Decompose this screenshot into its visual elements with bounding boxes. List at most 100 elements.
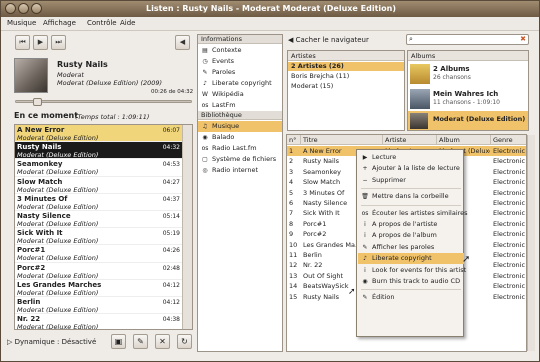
table-cell: Electronic bbox=[493, 230, 526, 239]
queue-item[interactable]: Les Grandes Marches Moderat (Deluxe Editi… bbox=[15, 280, 183, 297]
queue-item[interactable]: A New Error Moderat (Deluxe Edition) 06:07 bbox=[15, 125, 183, 143]
previous-button[interactable]: ⏮ bbox=[15, 35, 30, 50]
context-menu-item[interactable]: i A propos de l'artiste bbox=[358, 219, 464, 230]
queue-item[interactable]: Nasty Silence Moderat (Deluxe Edition) 05:… bbox=[15, 211, 183, 229]
clear-search-icon[interactable]: ✖ bbox=[520, 35, 526, 43]
context-menu-item[interactable]: ♪ Liberate copyright bbox=[358, 253, 464, 265]
save-queue-button[interactable]: ▣ bbox=[111, 334, 126, 349]
source-item[interactable]: ◷ Events bbox=[198, 56, 282, 67]
source-item[interactable]: ▢ Système de fichiers bbox=[198, 154, 282, 165]
source-item[interactable]: ◉ Balado bbox=[198, 132, 282, 143]
menu-controle[interactable]: Contrôle bbox=[87, 19, 117, 27]
album-title: 2 Albums bbox=[433, 65, 470, 73]
menu-musique[interactable]: Musique bbox=[7, 19, 36, 27]
context-menu-item[interactable]: ▶ Lecture bbox=[358, 152, 464, 163]
source-item[interactable]: ▤ Contexte bbox=[198, 45, 282, 56]
menu-affichage[interactable]: Affichage bbox=[43, 19, 76, 27]
title-bar[interactable]: Listen : Rusty Nails - Moderat Moderat (… bbox=[1, 1, 539, 17]
menu-item-label: Lecture bbox=[372, 153, 397, 161]
seek-slider[interactable] bbox=[15, 98, 192, 106]
shuffle-button[interactable]: ✕ bbox=[155, 334, 170, 349]
repeat-icon: ↻ bbox=[181, 337, 188, 346]
context-menu-item[interactable]: i Look for events for this artist bbox=[358, 265, 466, 276]
queue-item[interactable]: 3 Minutes Of Moderat (Deluxe Edition) 04:3… bbox=[15, 194, 183, 211]
source-item[interactable]: ✎ Paroles bbox=[198, 67, 282, 78]
album-row-all[interactable]: 2 Albums 26 chansons bbox=[408, 62, 528, 86]
column-header[interactable]: Album bbox=[437, 135, 491, 145]
search-input[interactable]: ⌕ ✖ bbox=[406, 34, 529, 45]
clear-queue-button[interactable]: ✎ bbox=[133, 334, 148, 349]
table-cell: 9 bbox=[289, 230, 294, 239]
context-menu-item[interactable]: ✎ Afficher les paroles bbox=[358, 242, 464, 253]
menu-aide[interactable]: Aide bbox=[120, 19, 135, 27]
album-row[interactable]: Mein Wahres Ich 11 chansons - 1:09:10 bbox=[408, 87, 528, 111]
queue-item-album: Moderat (Deluxe Edition) bbox=[17, 271, 99, 280]
queue-item[interactable]: Porc#2 Moderat (Deluxe Edition) 02:48 bbox=[15, 263, 183, 280]
queue-item[interactable]: Porc#1 Moderat (Deluxe Edition) 04:26 bbox=[15, 245, 183, 263]
column-header[interactable]: Titre bbox=[301, 135, 383, 145]
table-cell: 3 bbox=[289, 167, 294, 176]
hide-browser-toggle[interactable]: ◀ Cacher le navigateur bbox=[288, 36, 369, 44]
queue-item-duration: 06:07 bbox=[162, 127, 180, 134]
next-button[interactable]: ⏭ bbox=[51, 35, 66, 50]
maximize-icon[interactable] bbox=[31, 3, 42, 14]
close-icon[interactable] bbox=[5, 3, 16, 14]
menu-item-icon: + bbox=[362, 165, 368, 173]
context-menu-item[interactable]: + Ajouter à la liste de lecture bbox=[358, 163, 464, 174]
album-row-selected[interactable]: Moderat (Deluxe Edition) bbox=[408, 111, 528, 130]
table-cell: Electronic bbox=[493, 178, 526, 187]
context-menu-item[interactable]: i A propos de l'album bbox=[358, 230, 464, 241]
queue-scrollbar[interactable] bbox=[182, 125, 192, 329]
column-header[interactable]: Artiste bbox=[383, 135, 437, 145]
context-menu-item[interactable]: ✎ Édition bbox=[358, 292, 464, 303]
queue-item-duration: 04:12 bbox=[162, 281, 180, 289]
main-window: Listen : Rusty Nails - Moderat Moderat (… bbox=[0, 0, 540, 362]
queue-list[interactable]: A New Error Moderat (Deluxe Edition) 06:07… bbox=[14, 124, 193, 330]
source-item[interactable]: os LastFm bbox=[198, 100, 282, 111]
volume-button[interactable]: ◀ bbox=[175, 35, 190, 50]
context-menu-item[interactable]: os Écouter les artistes similaires bbox=[358, 208, 468, 219]
queue-item-album: Moderat (Deluxe Edition) bbox=[17, 202, 99, 211]
now-playing-artist: Moderat bbox=[57, 71, 84, 79]
album-sub: 26 chansons bbox=[433, 74, 471, 81]
column-header[interactable]: Genre bbox=[491, 135, 526, 145]
column-header[interactable]: n° bbox=[287, 135, 301, 145]
source-item[interactable]: ◎ Radio internet bbox=[198, 165, 282, 176]
time-display: 00:26 de 04:32 bbox=[151, 89, 194, 95]
queue-item[interactable]: Seamonkey Moderat (Deluxe Edition) 04:53 bbox=[15, 159, 183, 177]
seek-handle[interactable] bbox=[32, 98, 42, 106]
dynamic-toggle[interactable]: ▷ Dynamique : Désactivé bbox=[7, 338, 96, 346]
source-icon: ◉ bbox=[202, 134, 208, 141]
source-item[interactable]: ♪ Liberate copyright bbox=[198, 78, 282, 89]
source-item[interactable]: W Wikipédia bbox=[198, 89, 282, 100]
artist-row[interactable]: Moderat (15) bbox=[288, 82, 404, 91]
minimize-icon[interactable] bbox=[18, 3, 29, 14]
artist-row-all[interactable]: 2 Artistes (26) bbox=[288, 62, 404, 72]
queue-item[interactable]: Sick With It Moderat (Deluxe Edition) 05:1… bbox=[15, 228, 183, 246]
context-menu-item[interactable]: ◉ Burn this track to audio CD bbox=[358, 276, 464, 287]
menu-item-icon: ◉ bbox=[362, 278, 368, 285]
source-icon: ♪ bbox=[203, 80, 207, 87]
artist-row[interactable]: Boris Brejcha (11) bbox=[288, 72, 404, 81]
table-cell: 1 bbox=[289, 147, 294, 155]
queue-item[interactable]: Slow Match Moderat (Deluxe Edition) 04:27 bbox=[15, 177, 183, 194]
menu-item-icon: os bbox=[361, 209, 369, 217]
table-cell: Electronic bbox=[493, 157, 526, 166]
repeat-button[interactable]: ↻ bbox=[177, 334, 192, 349]
source-item[interactable]: os Radio Last.fm bbox=[198, 143, 282, 154]
queue-item-album: Moderat (Deluxe Edition) bbox=[17, 288, 99, 297]
queue-item[interactable]: Berlin Moderat (Deluxe Edition) 04:12 bbox=[15, 297, 183, 315]
source-item[interactable]: ♫ Musique bbox=[198, 121, 282, 132]
table-cell: 6 bbox=[289, 199, 294, 207]
table-cell: 5 bbox=[289, 188, 294, 197]
play-button[interactable]: ▶ bbox=[33, 35, 48, 50]
context-menu-item[interactable]: − Supprimer bbox=[358, 175, 464, 186]
source-label: Liberate copyright bbox=[212, 79, 272, 87]
queue-item[interactable]: Rusty Nails Moderat (Deluxe Edition) 04:32 bbox=[15, 142, 183, 160]
queue-item-album: Moderat (Deluxe Edition) bbox=[17, 151, 99, 160]
queue-item[interactable]: Nr. 22 Moderat (Deluxe Edition) 04:38 bbox=[15, 314, 183, 329]
menu-item-label: Mettre dans la corbeille bbox=[372, 192, 449, 201]
source-icon: ◷ bbox=[202, 58, 208, 65]
track-scrollbar[interactable] bbox=[527, 135, 535, 351]
context-menu-item[interactable]: 🗑 Mettre dans la corbeille bbox=[358, 191, 464, 202]
